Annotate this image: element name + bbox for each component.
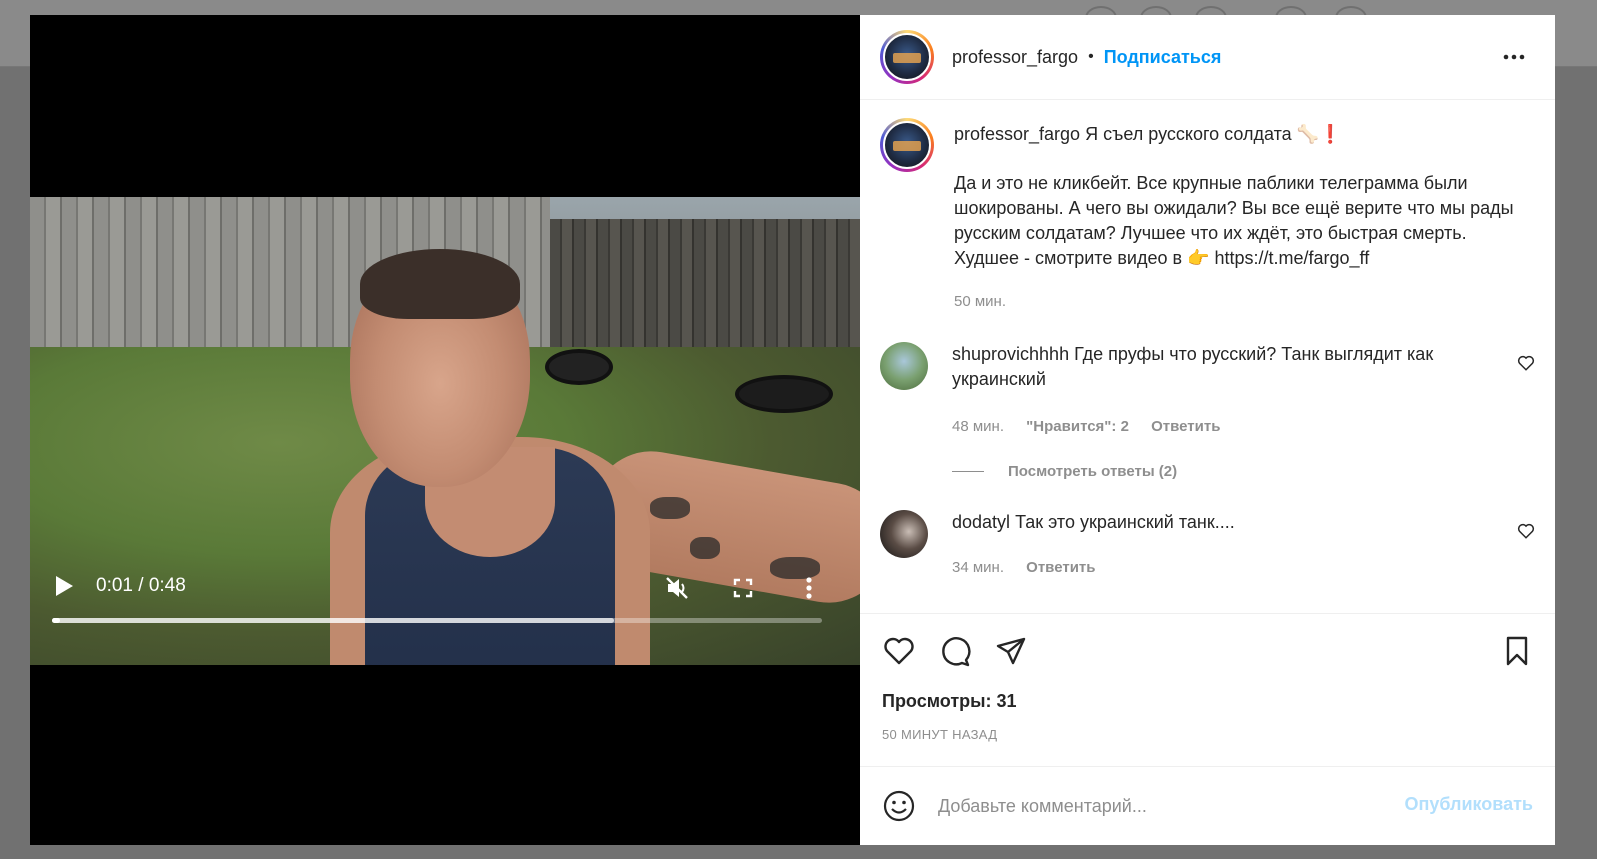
video-tattoo [650, 497, 690, 519]
heart-icon [884, 637, 914, 665]
caption-title: Я съел русского солдата 🦴❗ [1085, 124, 1342, 144]
comment-button[interactable] [938, 634, 972, 668]
more-horizontal-icon [1503, 54, 1525, 60]
video-progress-bar[interactable] [52, 618, 822, 623]
author-avatar[interactable] [880, 30, 934, 84]
comment-avatar[interactable] [880, 342, 928, 390]
comment-like-button[interactable] [1517, 522, 1535, 540]
reply-button[interactable]: Ответить [1151, 418, 1220, 435]
post-sidebar: professor_fargo • Подписаться professor_… [860, 15, 1555, 845]
post-time: 50 МИНУТ НАЗАД [882, 727, 998, 742]
paper-plane-icon [996, 637, 1026, 665]
replies-line [952, 471, 984, 472]
video-buffered-bar [52, 618, 615, 623]
comment-time: 48 мин. [952, 418, 1004, 435]
comment-like-button[interactable] [1517, 354, 1535, 372]
comment-item: shuprovichhhh Где пруфы что русский? Тан… [880, 342, 1535, 439]
muted-speaker-icon [666, 577, 688, 599]
caption-username[interactable]: professor_fargo [954, 124, 1080, 144]
comment-input[interactable] [936, 787, 1390, 825]
options-button[interactable] [1501, 47, 1527, 67]
views-count[interactable]: Просмотры: 31 [882, 691, 1017, 712]
vertical-dots-icon [806, 577, 812, 599]
emoji-icon [883, 790, 915, 822]
comment-icon [942, 637, 971, 667]
video-tire [545, 349, 613, 385]
view-replies-button[interactable]: Посмотреть ответы (2) [952, 463, 1535, 480]
publish-button[interactable]: Опубликовать [1404, 794, 1533, 815]
bookmark-icon [1506, 636, 1528, 666]
post-header: professor_fargo • Подписаться [860, 15, 1555, 100]
comment-composer: Опубликовать [860, 766, 1555, 845]
follow-button[interactable]: Подписаться [1104, 47, 1222, 68]
caption-avatar[interactable] [880, 118, 934, 172]
fullscreen-icon [733, 578, 753, 598]
comment-item: dodatyl Так это украинский танк.... 34 м… [880, 510, 1535, 580]
heart-icon [1517, 355, 1535, 371]
video-tire [735, 375, 833, 413]
emoji-button[interactable] [882, 789, 916, 823]
heart-icon [1517, 523, 1535, 539]
play-button[interactable] [52, 573, 76, 599]
video-person-hair [360, 249, 520, 319]
video-played-bar [52, 618, 60, 623]
post-modal: 0:01 / 0:48 professor_fargo • Подписатьс… [30, 15, 1570, 845]
comment-likes[interactable]: "Нравится": 2 [1026, 418, 1129, 435]
separator-dot: • [1088, 48, 1094, 65]
comment-username[interactable]: shuprovichhhh [952, 344, 1069, 364]
caption-time: 50 мин. [954, 293, 1006, 310]
comments-list[interactable]: professor_fargo Я съел русского солдата … [860, 100, 1555, 613]
comment-text: Так это украинский танк.... [1015, 512, 1235, 532]
author-username[interactable]: professor_fargo [952, 47, 1078, 68]
video-pane[interactable]: 0:01 / 0:48 [30, 15, 860, 845]
video-time: 0:01 / 0:48 [96, 575, 186, 596]
like-button[interactable] [882, 634, 916, 668]
video-more-button[interactable] [796, 575, 822, 601]
comment-username[interactable]: dodatyl [952, 512, 1010, 532]
fullscreen-button[interactable] [730, 575, 756, 601]
comment-avatar[interactable] [880, 510, 928, 558]
reply-button[interactable]: Ответить [1026, 559, 1095, 576]
play-icon [56, 576, 73, 596]
caption-body: Да и это не кликбейт. Все крупные паблик… [954, 173, 1514, 268]
post-actions: Просмотры: 31 50 МИНУТ НАЗАД [860, 613, 1555, 766]
mute-button[interactable] [664, 575, 690, 601]
video-tattoo [690, 537, 720, 559]
caption-row: professor_fargo Я съел русского солдата … [880, 118, 1535, 314]
share-button[interactable] [994, 634, 1028, 668]
comment-time: 34 мин. [952, 559, 1004, 576]
save-button[interactable] [1500, 634, 1534, 668]
view-replies-label: Посмотреть ответы (2) [1008, 463, 1178, 480]
